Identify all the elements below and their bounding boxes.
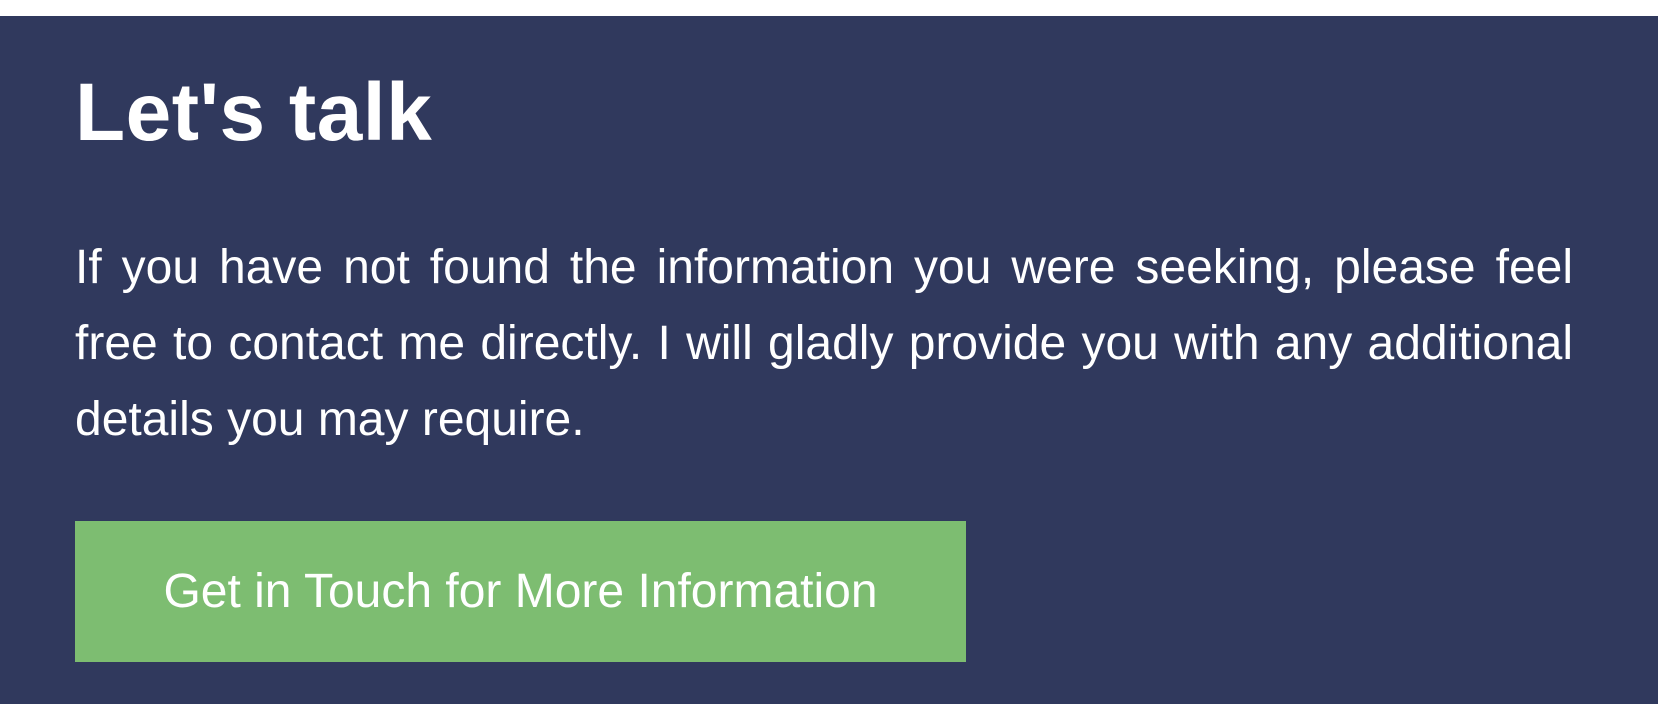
section-heading: Let's talk bbox=[75, 67, 433, 158]
contact-section: Let's talk If you have not found the inf… bbox=[0, 16, 1658, 704]
top-white-strip bbox=[0, 0, 1658, 16]
section-description: If you have not found the information yo… bbox=[75, 241, 1573, 447]
get-in-touch-button[interactable]: Get in Touch for More Information bbox=[75, 521, 966, 663]
